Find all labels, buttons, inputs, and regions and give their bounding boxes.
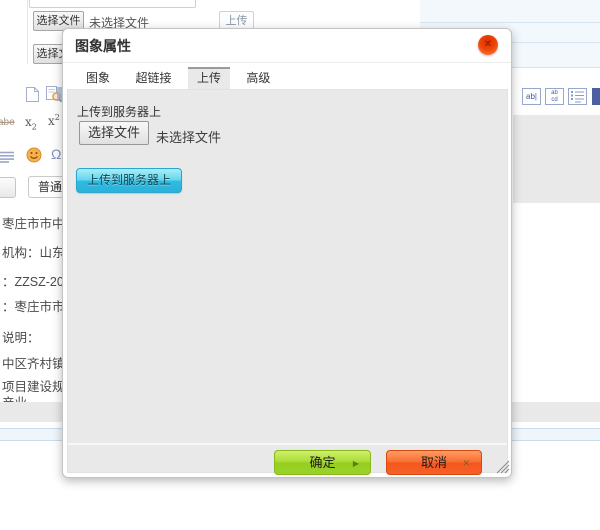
ok-button-label: 确定 [309, 455, 335, 470]
dialog-title: 图象属性 [75, 36, 131, 56]
ok-button[interactable]: 确定 ▶ [274, 450, 371, 475]
table-row [420, 0, 600, 23]
no-file-selected-text: 未选择文件 [156, 127, 221, 146]
textarea-icon-top: ab [546, 90, 563, 97]
page: 选择文件 未选择文件 上传 选择文件 ab| ab cd abe x2 x2 Ω [0, 0, 600, 530]
subscript-digit: 2 [32, 122, 37, 131]
dialog-tabbar: 图象 超链接 上传 高级 [77, 67, 282, 89]
textarea-icon-bottom: cd [546, 97, 563, 104]
toolbar-icon-partial[interactable] [592, 88, 600, 105]
cancel-button[interactable]: 取消 ✕ [386, 450, 482, 475]
tab-link[interactable]: 超链接 [126, 67, 180, 89]
new-page-icon[interactable] [25, 86, 40, 108]
upload-to-server-label: 上传到服务器上 [77, 103, 161, 120]
textarea-icon[interactable]: ab cd [545, 88, 564, 105]
subscript-base: x [25, 115, 32, 129]
doc-text-line: 机构：山东 [2, 242, 65, 261]
tab-upload[interactable]: 上传 [188, 67, 230, 89]
emoticon-icon[interactable] [26, 147, 42, 168]
image-properties-dialog: 图象属性 ✕ 图象 超链接 上传 高级 上传到服务器上 选择文件 未选择文件 上… [62, 28, 512, 478]
close-icon[interactable]: ✕ [478, 35, 498, 55]
doc-text-line: ：枣庄市市 [2, 296, 65, 315]
doc-text-line: 中区齐村镇 [2, 353, 65, 372]
superscript-base: x [48, 114, 55, 128]
tab-content-panel [67, 89, 508, 473]
choose-file-button[interactable]: 选择文件 [79, 121, 149, 145]
cancel-button-label: 取消 [421, 455, 447, 470]
superscript-icon[interactable]: x2 [48, 113, 60, 128]
tab-advanced[interactable]: 高级 [237, 67, 279, 89]
select-list-icon[interactable] [568, 88, 587, 105]
tab-image[interactable]: 图象 [77, 67, 119, 89]
doc-text-line: ：ZZSZ-201 [2, 271, 71, 290]
text-input-partial[interactable] [29, 0, 196, 8]
superscript-digit: 2 [55, 113, 60, 122]
footer-divider [68, 443, 507, 445]
toolbar-dropdown-partial[interactable] [0, 177, 16, 198]
doc-text-line: 说明： [2, 327, 40, 346]
subscript-icon[interactable]: x2 [25, 115, 37, 131]
textfield-icon[interactable]: ab| [522, 88, 541, 105]
upload-to-server-button[interactable]: 上传到服务器上 [76, 168, 182, 193]
special-char-icon[interactable]: Ω [51, 146, 61, 162]
strikethrough-icon[interactable]: abe [0, 117, 15, 128]
table-cell-border [27, 0, 28, 64]
toolbar-gray-area [513, 115, 600, 203]
doc-text-line: 枣庄市市中 [2, 213, 65, 232]
title-divider [63, 62, 511, 63]
justify-icon[interactable] [0, 150, 15, 168]
resize-handle-icon[interactable] [495, 459, 511, 474]
arrow-right-icon: ▶ [353, 451, 359, 476]
cancel-x-icon: ✕ [462, 451, 470, 476]
